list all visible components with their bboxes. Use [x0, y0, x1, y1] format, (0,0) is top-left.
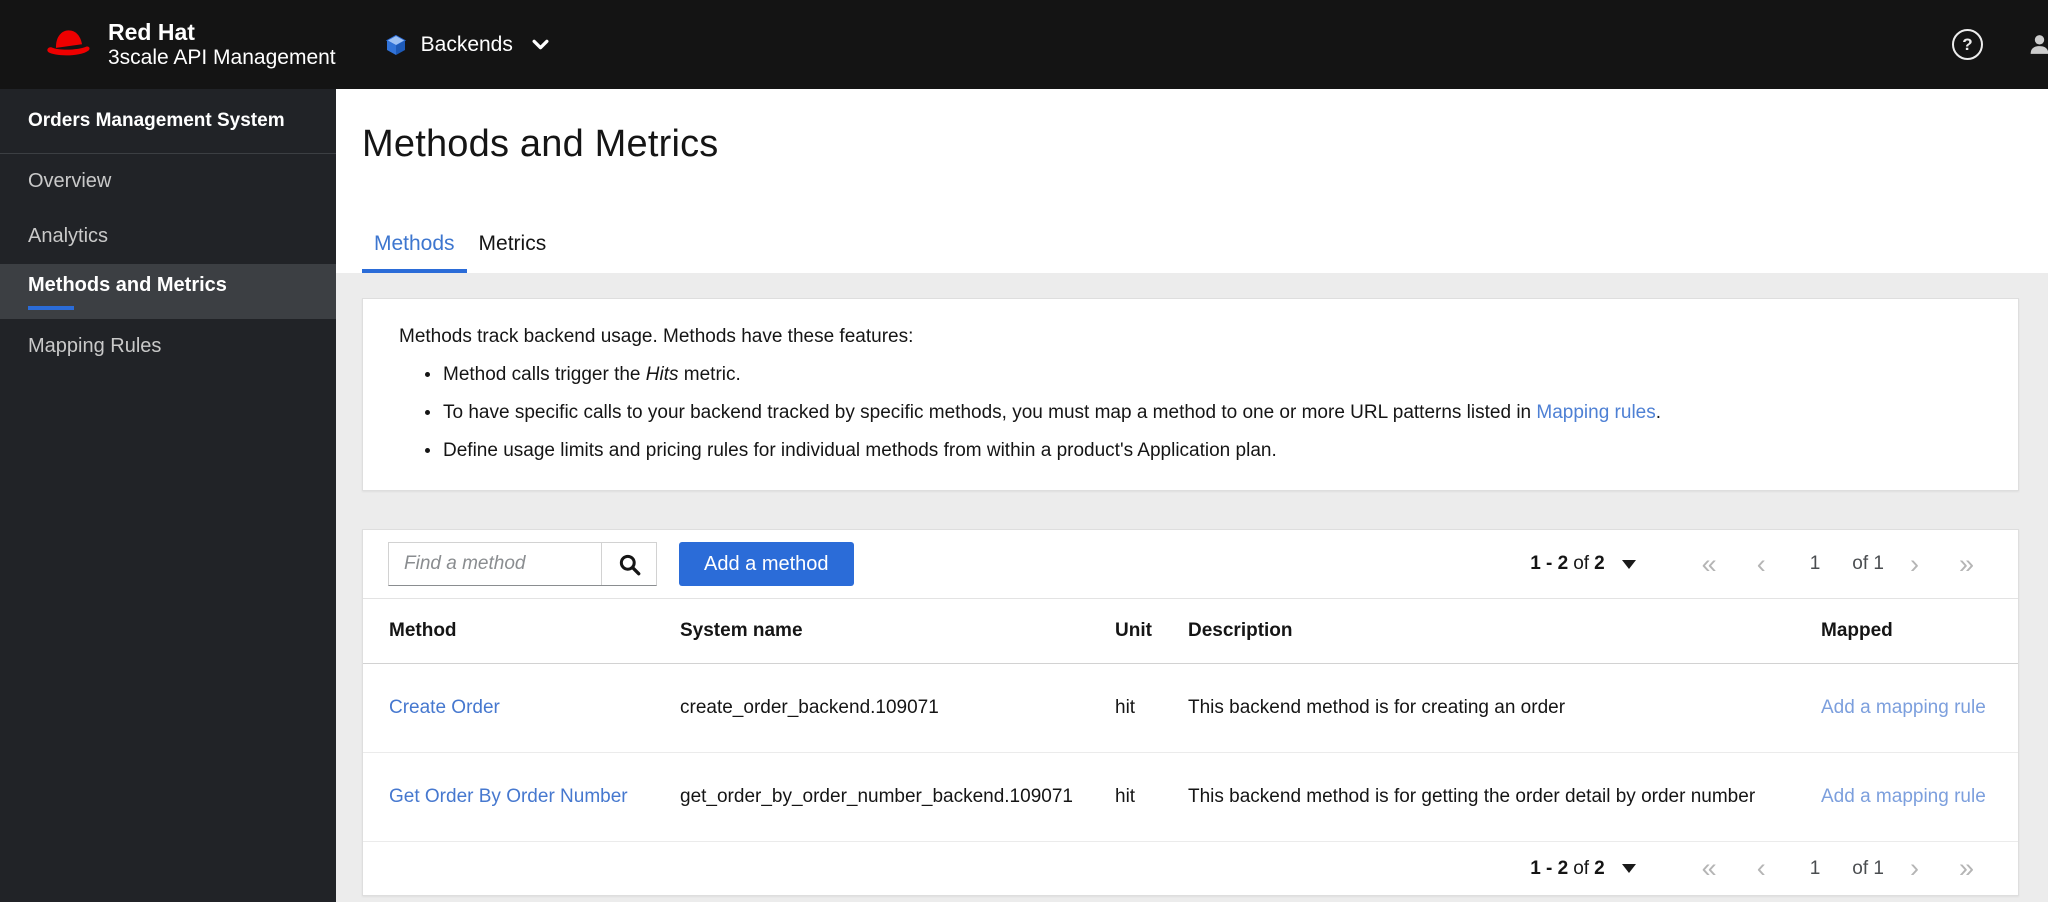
pagination-nav: « ‹ 1 of 1 › » [1682, 855, 1994, 882]
main-content: Methods and Metrics Methods Metrics Meth… [336, 89, 2048, 902]
description-cell: This backend method is for getting the o… [1188, 752, 1821, 842]
sidebar-item-label: Methods and Metrics [28, 273, 227, 296]
pagination-of: of [1573, 553, 1590, 574]
table-header-row: Method System name Unit Description Mapp… [363, 598, 2018, 664]
help-glyph: ? [1962, 34, 1973, 54]
user-icon[interactable] [2027, 32, 2048, 57]
unit-cell: hit [1115, 752, 1188, 842]
pagination-total: 2 [1594, 857, 1605, 879]
add-mapping-rule-link[interactable]: Add a mapping rule [1821, 697, 1986, 718]
content-area: Methods track backend usage. Methods hav… [336, 273, 2048, 896]
methods-table: Method System name Unit Description Mapp… [363, 598, 2018, 842]
table-toolbar: Add a method 1 - 2 of 2 « ‹ 1 of 1 › » [363, 530, 2018, 598]
col-header-method: Method [363, 598, 680, 664]
brand[interactable]: Red Hat 3scale API Management [44, 18, 336, 69]
sidebar-item-label: Analytics [28, 225, 109, 247]
previous-page-button[interactable]: ‹ [1737, 855, 1786, 882]
last-page-button[interactable]: » [1939, 855, 1994, 882]
last-page-button[interactable]: » [1939, 550, 1994, 578]
masthead: Red Hat 3scale API Management Backends ? [0, 0, 2048, 89]
page-header: Methods and Metrics Methods Metrics [336, 89, 2048, 273]
search-group [388, 542, 657, 586]
info-bullet-hits: Method calls trigger the Hits metric. [425, 364, 1988, 386]
caret-down-icon[interactable] [1621, 864, 1636, 873]
add-mapping-rule-link[interactable]: Add a mapping rule [1821, 786, 1986, 807]
info-card: Methods track backend usage. Methods hav… [362, 298, 2019, 491]
info-intro: Methods track backend usage. Methods hav… [399, 326, 914, 347]
search-input[interactable] [389, 543, 601, 585]
current-page: 1 [1809, 553, 1821, 574]
context-selector-label: Backends [420, 32, 513, 56]
sidebar: Orders Management System Overview Analyt… [0, 89, 336, 902]
cube-icon [384, 33, 408, 57]
sidebar-item-analytics[interactable]: Analytics [0, 209, 336, 264]
bullet-text: metric. [678, 364, 741, 385]
system-name-cell: create_order_backend.109071 [680, 663, 1115, 753]
info-bullet-mapping: To have specific calls to your backend t… [425, 402, 1988, 424]
caret-down-icon[interactable] [1621, 559, 1636, 569]
table-bottom-bar: 1 - 2 of 2 « ‹ 1 of 1 › » [363, 842, 2018, 895]
methods-table-card: Add a method 1 - 2 of 2 « ‹ 1 of 1 › » [362, 529, 2019, 896]
description-cell: This backend method is for creating an o… [1188, 663, 1821, 753]
bullet-text: Define usage limits and pricing rules fo… [443, 440, 1277, 461]
sidebar-item-mapping-rules[interactable]: Mapping Rules [0, 319, 336, 374]
next-page-button[interactable]: › [1890, 855, 1939, 882]
col-header-description: Description [1188, 598, 1821, 664]
next-page-button[interactable]: › [1890, 550, 1939, 578]
first-page-button[interactable]: « [1682, 550, 1737, 578]
col-header-system-name: System name [680, 598, 1115, 664]
col-header-unit: Unit [1115, 598, 1188, 664]
search-icon [618, 553, 641, 576]
sidebar-section-title: Orders Management System [0, 89, 336, 154]
sidebar-item-label: Overview [28, 170, 112, 192]
pagination-top: 1 - 2 of 2 « ‹ 1 of 1 › » [1530, 550, 1994, 578]
unit-cell: hit [1115, 663, 1188, 753]
sidebar-item-overview[interactable]: Overview [0, 154, 336, 209]
page-title: Methods and Metrics [362, 123, 719, 165]
method-link[interactable]: Create Order [389, 697, 500, 718]
system-name-cell: get_order_by_order_number_backend.109071 [680, 752, 1115, 842]
bullet-text: Method calls trigger the [443, 364, 646, 385]
sidebar-item-methods-and-metrics[interactable]: Methods and Metrics [0, 264, 336, 319]
col-header-mapped: Mapped [1821, 598, 2018, 664]
info-bullet-limits: Define usage limits and pricing rules fo… [425, 440, 1988, 462]
context-selector[interactable]: Backends [384, 33, 549, 57]
bullet-text: To have specific calls to your backend t… [443, 402, 1537, 423]
bullet-text: . [1655, 402, 1662, 423]
sidebar-item-label: Mapping Rules [28, 335, 162, 357]
masthead-utilities: ? [1952, 29, 2048, 60]
brand-title: Red Hat [108, 18, 195, 45]
pagination-range: 1 - 2 [1530, 553, 1569, 574]
info-bullet-list: Method calls trigger the Hits metric. To… [399, 364, 1988, 462]
tab-metrics[interactable]: Metrics [467, 232, 559, 273]
add-method-button[interactable]: Add a method [679, 542, 854, 586]
redhat-hat-icon [44, 25, 92, 63]
previous-page-button[interactable]: ‹ [1737, 550, 1786, 578]
pagination-range: 1 - 2 [1530, 857, 1569, 879]
chevron-down-icon [532, 39, 549, 50]
pagination-of: of [1573, 857, 1590, 879]
page-count: of 1 [1852, 553, 1884, 574]
mapping-rules-link[interactable]: Mapping rules [1536, 402, 1655, 423]
active-item-underline [28, 305, 74, 310]
tabs: Methods Metrics [362, 232, 558, 273]
table-row: Get Order By Order Number get_order_by_o… [363, 752, 2018, 842]
tab-methods[interactable]: Methods [362, 232, 467, 273]
app-root: Red Hat 3scale API Management Backends ?… [0, 0, 2048, 902]
brand-subtitle: 3scale API Management [108, 45, 336, 69]
bullet-emphasis: Hits [645, 364, 679, 385]
help-icon[interactable]: ? [1952, 29, 1983, 60]
current-page: 1 [1809, 857, 1821, 879]
pagination-nav: « ‹ 1 of 1 › » [1682, 550, 1994, 578]
pagination-total: 2 [1594, 553, 1605, 574]
first-page-button[interactable]: « [1682, 855, 1737, 882]
method-link[interactable]: Get Order By Order Number [389, 786, 628, 807]
search-button[interactable] [601, 543, 656, 585]
pagination-bottom: 1 - 2 of 2 « ‹ 1 of 1 › » [1530, 855, 1994, 882]
page-count: of 1 [1852, 857, 1884, 879]
table-row: Create Order create_order_backend.109071… [363, 663, 2018, 753]
